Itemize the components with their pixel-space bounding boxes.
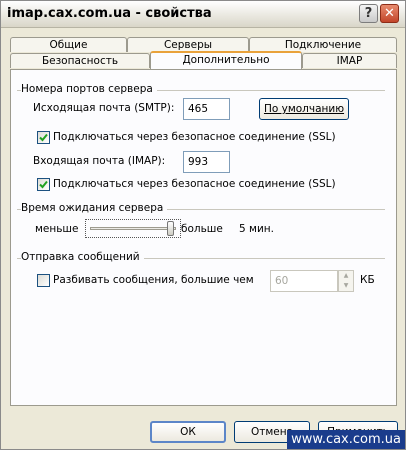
- imap-port-input[interactable]: 993: [183, 151, 230, 173]
- timeout-less-label: меньше: [35, 223, 79, 235]
- timeout-slider[interactable]: [85, 219, 181, 238]
- split-size-spinner[interactable]: ▲ ▼: [338, 270, 354, 292]
- defaults-button[interactable]: По умолчанию: [259, 98, 349, 120]
- tab-imap[interactable]: IMAP: [302, 53, 397, 68]
- tab-security[interactable]: Безопасность: [10, 53, 150, 68]
- checkmark-icon: [39, 180, 48, 189]
- defaults-button-label: По умолчанию: [263, 103, 345, 115]
- title-bar: imap.cax.com.ua - свойства ? ✕: [1, 1, 405, 28]
- close-button[interactable]: ✕: [380, 4, 399, 23]
- split-messages-label[interactable]: Разбивать сообщения, большие чем: [53, 274, 254, 286]
- sending-group-title: Отправка сообщений: [21, 251, 144, 263]
- tab-servers[interactable]: Серверы: [127, 37, 249, 52]
- timeout-group-title: Время ожидания сервера: [21, 202, 168, 214]
- spin-up-icon[interactable]: ▲: [339, 271, 353, 281]
- tab-connection[interactable]: Подключение: [249, 37, 397, 52]
- window-title: imap.cax.com.ua - свойства: [7, 6, 212, 21]
- smtp-ssl-checkbox[interactable]: [37, 131, 50, 144]
- timeout-more-label: больше: [181, 223, 223, 235]
- tab-advanced[interactable]: Дополнительно: [150, 51, 302, 69]
- smtp-ssl-label[interactable]: Подключаться через безопасное соединение…: [53, 131, 336, 143]
- watermark-label: www.cax.com.ua: [287, 430, 405, 449]
- split-size-unit: КБ: [360, 274, 375, 286]
- split-messages-checkbox[interactable]: [37, 274, 50, 287]
- advanced-panel: Номера портов сервера Исходящая почта (S…: [10, 69, 397, 406]
- slider-track: [90, 227, 176, 230]
- spin-down-icon[interactable]: ▼: [339, 281, 353, 291]
- imap-ssl-checkbox[interactable]: [37, 178, 50, 191]
- ports-group-title: Номера портов сервера: [21, 83, 157, 95]
- imap-port-label: Входящая почта (IMAP):: [33, 155, 166, 167]
- help-button[interactable]: ?: [359, 4, 378, 23]
- timeout-value: 5 мин.: [239, 223, 274, 235]
- properties-dialog: imap.cax.com.ua - свойства ? ✕ Общие Сер…: [0, 0, 406, 450]
- split-size-input[interactable]: 60: [270, 270, 338, 292]
- slider-thumb[interactable]: [167, 221, 174, 236]
- ok-button[interactable]: ОК: [150, 421, 226, 443]
- smtp-port-label: Исходящая почта (SMTP):: [33, 102, 175, 114]
- imap-ssl-label[interactable]: Подключаться через безопасное соединение…: [53, 178, 336, 190]
- tab-general[interactable]: Общие: [10, 37, 127, 52]
- checkmark-icon: [39, 133, 48, 142]
- smtp-port-input[interactable]: 465: [183, 98, 230, 120]
